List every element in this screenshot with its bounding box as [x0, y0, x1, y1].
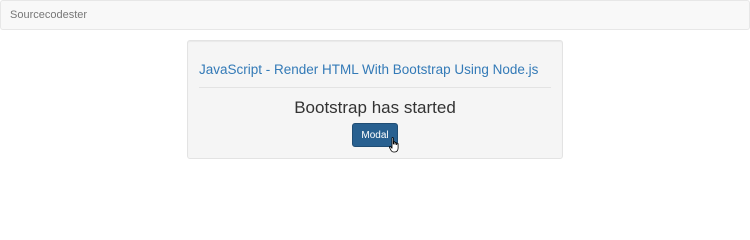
divider [199, 87, 551, 88]
navbar-brand[interactable]: Sourcecodester [10, 9, 87, 22]
hand-pointer-icon [389, 137, 399, 153]
page-heading: JavaScript - Render HTML With Bootstrap … [199, 62, 539, 77]
status-text: Bootstrap has started [294, 98, 456, 117]
top-navbar: Sourcecodester [0, 0, 750, 30]
content-well: JavaScript - Render HTML With Bootstrap … [187, 40, 563, 159]
